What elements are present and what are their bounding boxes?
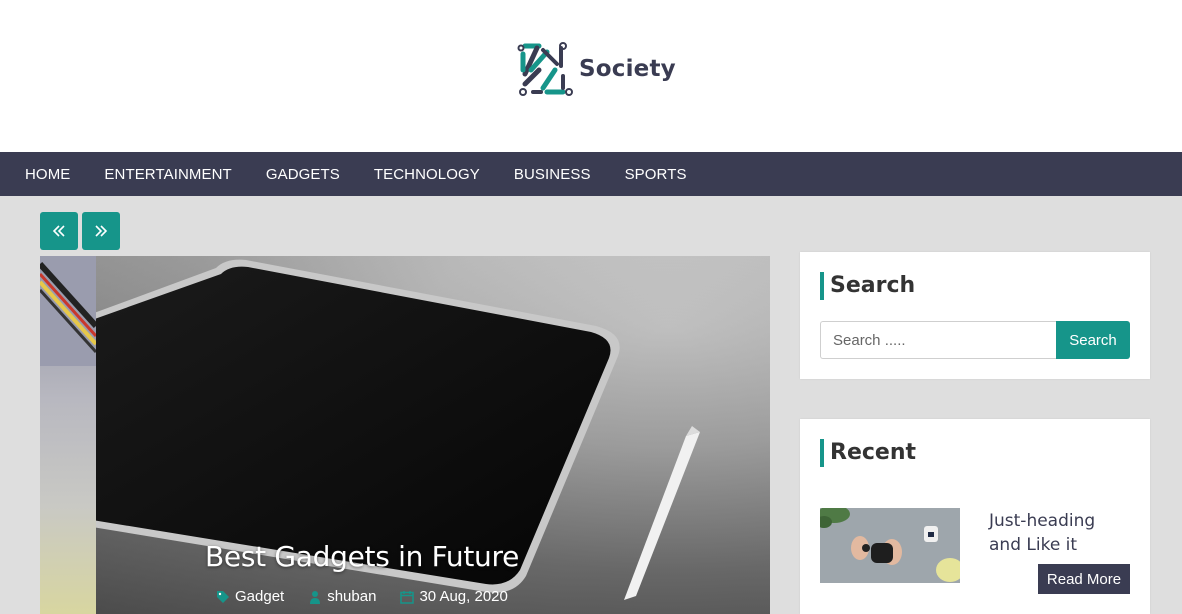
slide-category[interactable]: Gadget — [216, 588, 284, 605]
site-name: Society — [579, 56, 676, 82]
search-widget-title: Search — [820, 272, 915, 300]
double-chevron-left-icon — [52, 225, 65, 237]
slide-author-label: shuban — [327, 588, 377, 605]
double-chevron-right-icon — [95, 225, 108, 237]
slide-title[interactable]: Best Gadgets in Future — [205, 540, 625, 573]
recent-post-title[interactable]: Just-heading and Like it — [989, 509, 1129, 557]
earbuds-photo-image — [820, 508, 960, 583]
slide-caption: Best Gadgets in Future — [205, 540, 625, 573]
read-more-button[interactable]: Read More — [1038, 564, 1130, 594]
nav-item-technology[interactable]: TECHNOLOGY — [374, 166, 480, 183]
logo-mark-icon — [517, 42, 573, 96]
previous-slide-peek — [40, 256, 96, 614]
previous-slide-image — [40, 256, 96, 366]
search-widget: Search Search — [800, 252, 1150, 379]
nav-item-entertainment[interactable]: ENTERTAINMENT — [104, 166, 231, 183]
recent-post-thumbnail[interactable] — [820, 508, 960, 583]
slide-author[interactable]: shuban — [308, 588, 376, 605]
tag-icon — [217, 590, 229, 603]
site-logo[interactable]: Society — [517, 40, 676, 98]
search-input[interactable] — [820, 321, 1057, 359]
user-icon — [310, 590, 321, 604]
nav-item-sports[interactable]: SPORTS — [625, 166, 687, 183]
slide-date[interactable]: 30 Aug, 2020 — [400, 588, 508, 605]
recent-widget: Recent Just-heading and Like it Read Mor… — [800, 419, 1150, 614]
nav-item-business[interactable]: BUSINESS — [514, 166, 591, 183]
slider-prev-button[interactable] — [40, 212, 78, 250]
nav-item-gadgets[interactable]: GADGETS — [266, 166, 340, 183]
slider-next-button[interactable] — [82, 212, 120, 250]
featured-slide[interactable]: Best Gadgets in Future Gadget shuban 30 … — [40, 256, 770, 614]
main-nav: HOME ENTERTAINMENT GADGETS TECHNOLOGY BU… — [0, 152, 1182, 196]
search-button[interactable]: Search — [1056, 321, 1130, 359]
slide-meta: Gadget shuban 30 Aug, 2020 — [216, 588, 532, 605]
nav-item-home[interactable]: HOME — [25, 166, 70, 183]
slide-category-label: Gadget — [235, 588, 285, 605]
site-header: Society — [0, 0, 1182, 152]
calendar-icon — [400, 590, 415, 604]
slide-date-label: 30 Aug, 2020 — [419, 588, 508, 605]
recent-widget-title: Recent — [820, 439, 916, 467]
